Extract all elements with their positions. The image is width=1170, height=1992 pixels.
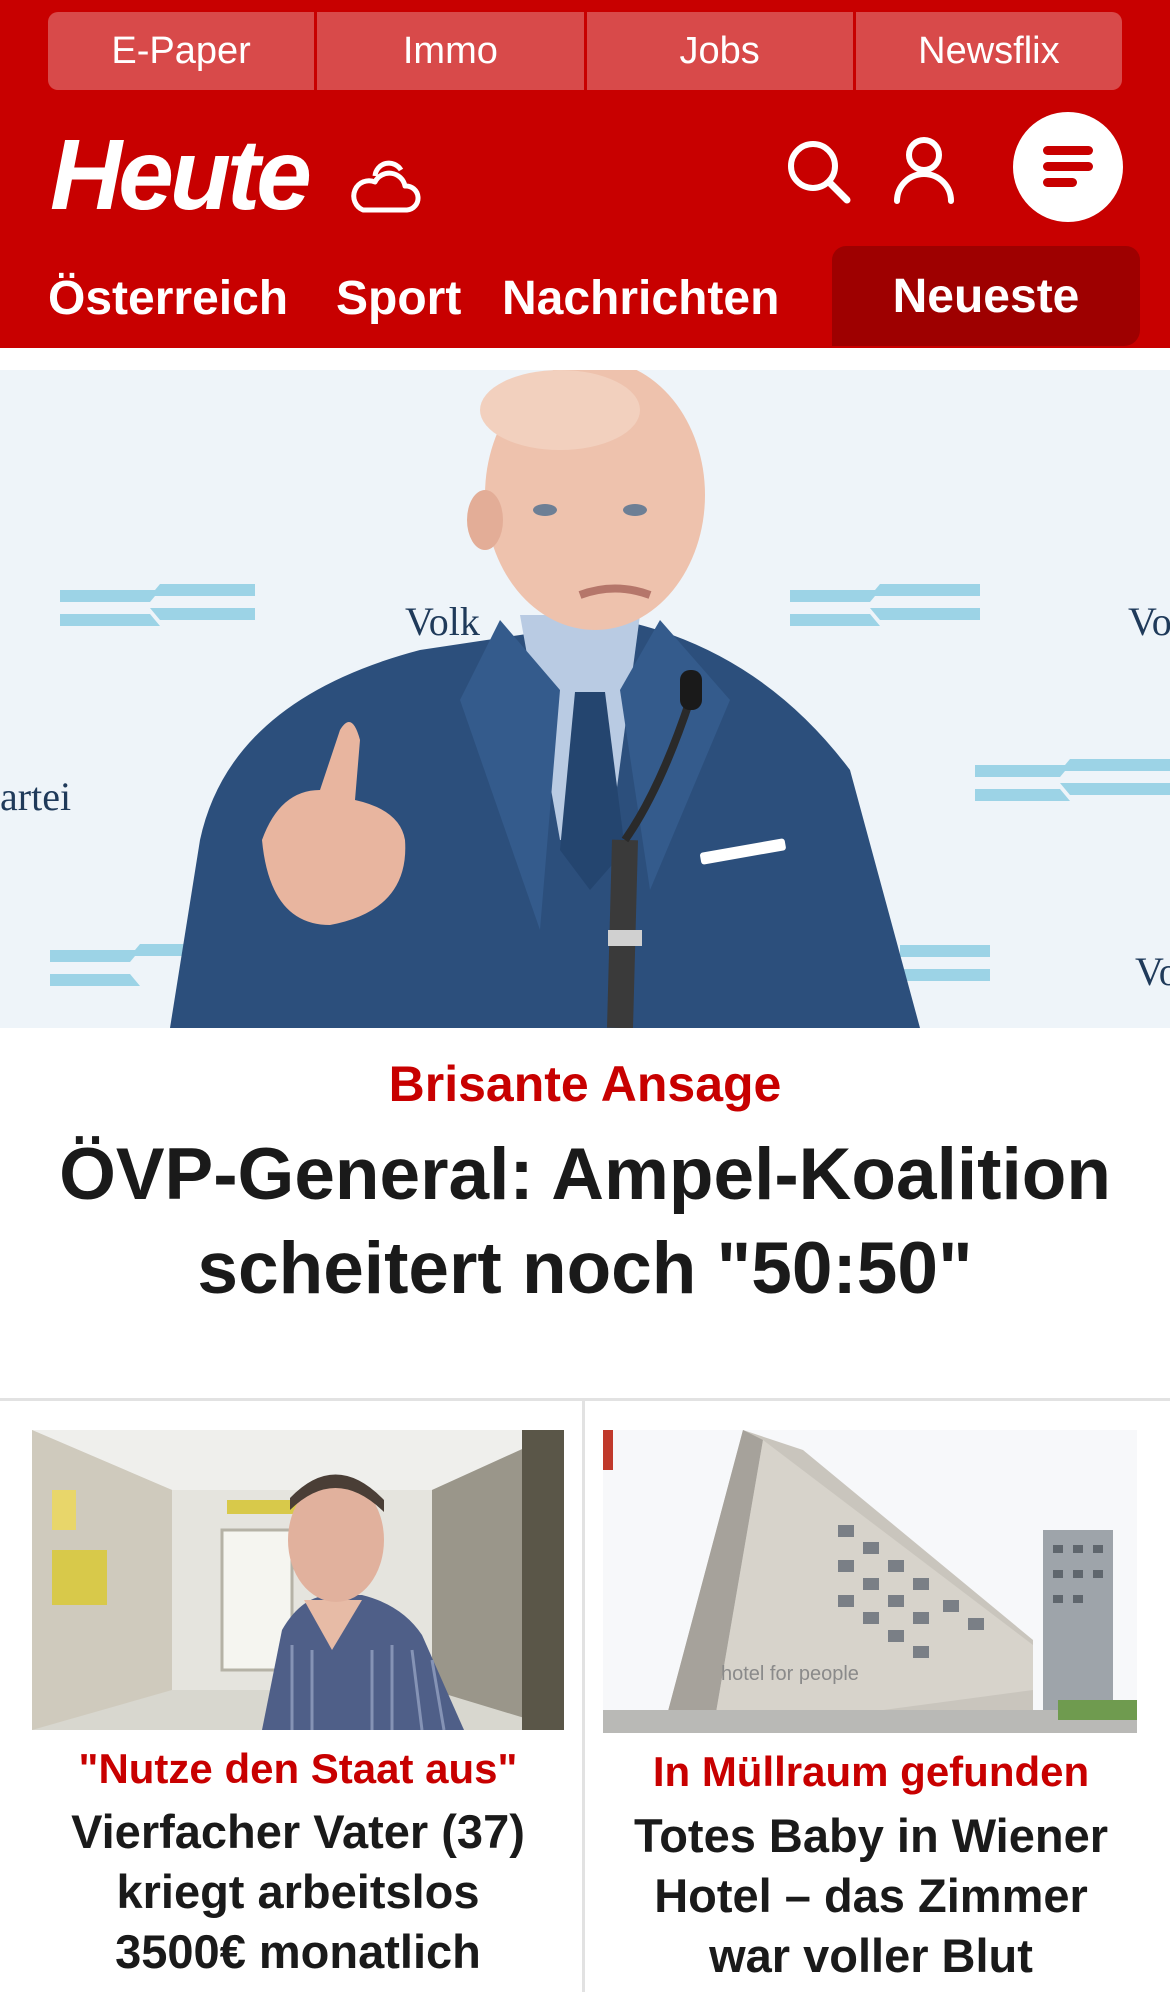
headline-line: ÖVP-General: Ampel-Koalition <box>59 1134 1111 1215</box>
lead-story-image[interactable]: Volk Vo artei Vo <box>0 370 1170 1028</box>
backdrop-text: Volk <box>405 599 480 644</box>
backdrop-text: Vo <box>1135 949 1170 994</box>
divider <box>582 1400 585 1992</box>
topbar-link-immo[interactable]: Immo <box>317 12 587 90</box>
topbar-link-jobs[interactable]: Jobs <box>586 12 856 90</box>
nav-item-oesterreich[interactable]: Österreich <box>48 258 288 340</box>
hotel-building-photo: hotel for people <box>603 1430 1137 1733</box>
heute-logo[interactable]: Heute <box>50 125 312 225</box>
article-card-image[interactable] <box>32 1430 564 1730</box>
nav-item-nachrichten[interactable]: Nachrichten <box>502 258 779 340</box>
headline-line: scheitert noch "50:50" <box>197 1228 973 1309</box>
title-line: kriegt arbeitslos <box>116 1865 480 1918</box>
title-line: Vierfacher Vater (37) <box>71 1805 525 1858</box>
title-line: Totes Baby in Wiener <box>633 1809 1109 1862</box>
divider <box>0 1398 1170 1401</box>
top-link-bar: E-Paper Immo Jobs Newsflix <box>48 12 1122 90</box>
topbar-link-newsflix[interactable]: Newsflix <box>855 12 1122 90</box>
lead-kicker[interactable]: Brisante Ansage <box>0 1055 1170 1113</box>
article-title[interactable]: Vierfacher Vater (37) kriegt arbeitslos … <box>16 1802 580 1982</box>
article-card-image[interactable]: hotel for people <box>603 1430 1137 1733</box>
article-kicker[interactable]: "Nutze den Staat aus" <box>16 1745 580 1793</box>
cloud-sun-icon[interactable] <box>345 148 425 218</box>
title-line: 3500€ monatlich <box>115 1925 481 1978</box>
user-icon[interactable] <box>892 135 956 205</box>
backdrop-text: Vo <box>1128 599 1170 644</box>
nav-item-sport[interactable]: Sport <box>336 258 461 340</box>
lead-headline[interactable]: ÖVP-General: Ampel-Koalition scheitert n… <box>40 1128 1130 1316</box>
topbar-link-epaper[interactable]: E-Paper <box>48 12 318 90</box>
nav-item-neueste[interactable]: Neueste <box>832 246 1140 346</box>
article-title[interactable]: Totes Baby in Wiener Hotel – das Zimmer … <box>588 1806 1154 1986</box>
hamburger-menu-icon[interactable] <box>1013 112 1123 222</box>
search-icon[interactable] <box>785 138 851 204</box>
title-line: Hotel – das Zimmer <box>654 1869 1088 1922</box>
title-line: war voller Blut <box>709 1929 1033 1982</box>
svg-text:hotel for people: hotel for people <box>721 1663 859 1685</box>
man-in-hallway-photo <box>32 1430 564 1730</box>
article-kicker[interactable]: In Müllraum gefunden <box>588 1748 1154 1796</box>
politician-speaking-at-podium-photo: Volk Vo artei Vo <box>0 370 1170 1028</box>
backdrop-text: artei <box>0 774 71 819</box>
